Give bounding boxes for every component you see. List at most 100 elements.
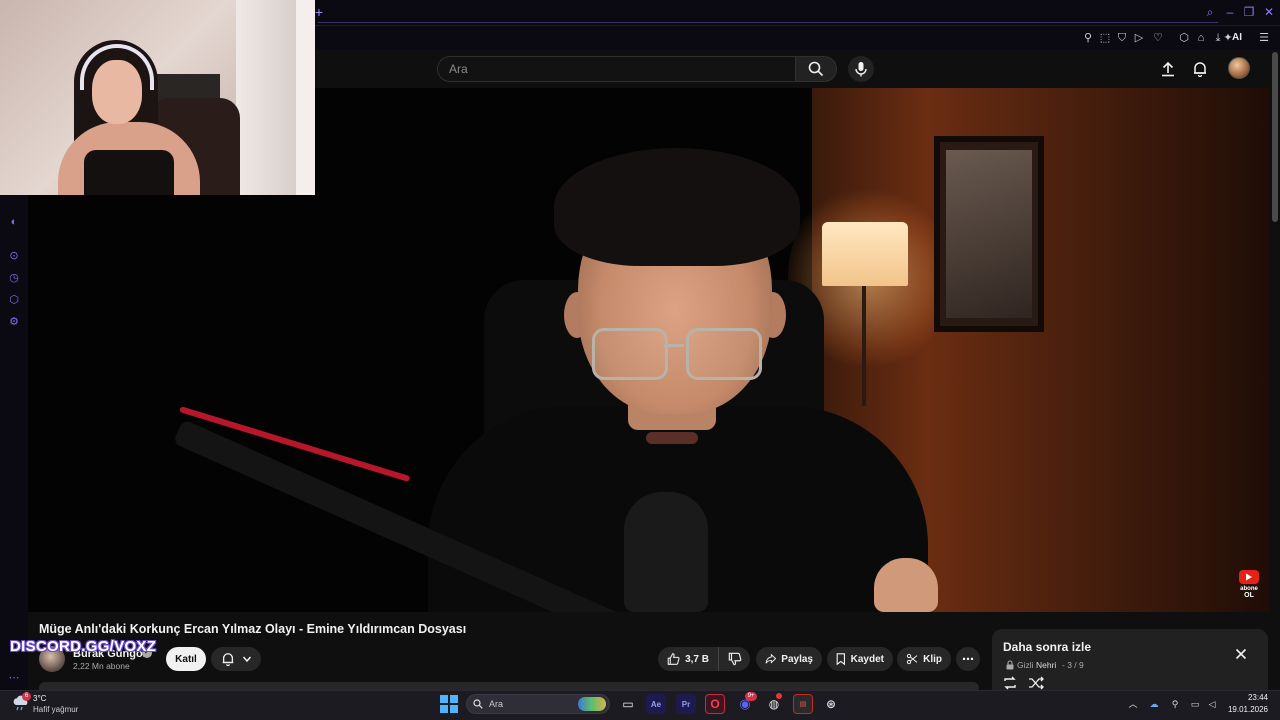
search-icon [808, 61, 824, 77]
onedrive-icon[interactable]: ☁ [1148, 698, 1160, 710]
svg-text:OL: OL [1244, 592, 1254, 598]
presenter-hair [554, 148, 800, 266]
shuffle-icon[interactable] [1028, 676, 1044, 690]
extensions-sidebar-icon[interactable]: ⬡ [6, 292, 22, 308]
upload-icon [1162, 61, 1174, 77]
share-icon [765, 653, 777, 664]
shield-icon[interactable]: ⛉ [1114, 30, 1130, 46]
windows-taskbar [0, 690, 1280, 720]
steam-icon[interactable]: ⊛ [821, 694, 841, 714]
microphone [624, 492, 708, 612]
weather-alert-badge: 6 [22, 692, 31, 701]
video-title: Müge Anlı'daki Korkunç Ercan Yılmaz Olay… [39, 622, 467, 636]
chevron-up-icon[interactable]: ︿ [1127, 698, 1139, 710]
description-box[interactable] [39, 682, 979, 690]
webcam-curtain [236, 0, 296, 195]
account-avatar[interactable] [1228, 57, 1250, 79]
share-label: Paylaş [781, 653, 813, 665]
save-label: Kaydet [850, 653, 884, 665]
weather-condition[interactable]: Hafif yağmur [33, 705, 78, 714]
save-button[interactable]: Kaydet [827, 647, 893, 671]
search-icon [473, 699, 483, 709]
clock-date[interactable]: 19.01.2026 [1218, 705, 1268, 714]
screenshot-icon[interactable]: ⬚ [1097, 30, 1113, 46]
microphone-icon [855, 62, 867, 77]
settings-icon[interactable]: ⚙ [6, 314, 22, 330]
tab-strip-line [318, 22, 1218, 23]
glasses-lens [686, 328, 762, 380]
discord-overlay-text: DISCORD.GG/VOXZ [10, 638, 157, 655]
watch-later-title: Daha sonra izle [1003, 640, 1092, 654]
loop-icon[interactable] [1002, 676, 1018, 690]
upload-button[interactable] [1156, 57, 1180, 81]
minimize-icon[interactable]: – [1222, 5, 1238, 19]
pin-icon[interactable]: ⚲ [1080, 30, 1096, 46]
bell-icon [1194, 62, 1206, 77]
thumbs-up-icon [667, 653, 680, 665]
heart-icon[interactable]: ♡ [1150, 30, 1166, 46]
dislike-button[interactable] [718, 647, 750, 671]
thumbs-down-icon [728, 652, 741, 666]
join-label: Katıl [175, 653, 197, 665]
clock-time[interactable]: 23:44 [1234, 693, 1268, 702]
restore-icon[interactable]: ❐ [1241, 5, 1257, 19]
task-view-icon[interactable]: ▭ [618, 694, 638, 714]
obs-stream-icon[interactable]: ▤ [793, 694, 813, 714]
windows-start-icon[interactable] [440, 695, 458, 713]
extensions-icon[interactable]: ⬡ [1176, 30, 1192, 46]
lamp-shade [822, 222, 908, 286]
streamer-webcam [0, 0, 315, 195]
clip-button[interactable]: Klip [897, 647, 951, 671]
subscription-bell-button[interactable] [211, 647, 261, 671]
notification-dot [776, 693, 782, 699]
search-tabs-icon[interactable]: ⌕ [1202, 5, 1218, 19]
opera-gx-icon[interactable]: O [705, 694, 725, 714]
search-input[interactable] [438, 57, 795, 81]
after-effects-icon[interactable]: Ae [646, 694, 666, 714]
display-icon[interactable]: ▭ [1189, 698, 1201, 710]
webcam-door [296, 0, 315, 195]
more-icon: ⋯ [962, 652, 974, 666]
history-icon[interactable]: ◷ [6, 270, 22, 286]
glasses-bridge [664, 344, 684, 347]
notifications-button[interactable] [1188, 57, 1212, 81]
close-playlist-button[interactable] [1233, 646, 1249, 662]
menu-icon[interactable]: ☰ [1256, 30, 1272, 46]
share-button[interactable]: Paylaş [756, 647, 822, 671]
page-scrollbar[interactable] [1272, 52, 1278, 222]
like-button[interactable]: 3,7 B [658, 647, 718, 671]
ai-button[interactable]: AI [1232, 30, 1242, 46]
more-actions-button[interactable]: ⋯ [956, 647, 980, 671]
playlist-privacy: Gizli [1017, 660, 1034, 670]
bookmark-icon [836, 653, 845, 666]
presenter-mouth [646, 432, 698, 444]
like-count: 3,7 B [685, 653, 709, 665]
more-sidebar-icon[interactable]: ⋯ [6, 670, 22, 686]
join-button[interactable]: Katıl [166, 647, 206, 671]
wallet-icon[interactable]: ⌂ [1193, 30, 1209, 46]
clip-label: Klip [923, 653, 942, 665]
close-window-icon[interactable]: ✕ [1261, 5, 1277, 19]
playlist-owner[interactable]: Nehri [1036, 660, 1056, 670]
player-icon[interactable]: ⊙ [6, 248, 22, 264]
microphone-tray-icon[interactable]: ⚲ [1169, 698, 1181, 710]
bell-icon [222, 653, 233, 666]
close-icon [1235, 648, 1247, 660]
wall-picture [946, 150, 1032, 318]
lamp-pole [862, 286, 866, 406]
taskbar-search-label: Ara [489, 699, 504, 709]
premiere-icon[interactable]: Pr [676, 694, 696, 714]
scissors-icon [906, 653, 918, 665]
volume-icon[interactable]: ◁ [1206, 698, 1218, 710]
glasses-lens [592, 328, 668, 380]
subscriber-count: 2,22 Mn abone [73, 661, 130, 671]
search-button[interactable] [795, 56, 837, 82]
weather-temperature[interactable]: 3°C [33, 694, 46, 703]
voice-search-button[interactable] [848, 56, 874, 82]
chevron-down-icon [242, 656, 251, 663]
discord-notification-badge: 9+ [745, 692, 757, 701]
search-highlight-image [578, 697, 606, 711]
subscribe-watermark-icon[interactable]: abone OL [1234, 570, 1264, 598]
play-icon[interactable]: ▷ [1131, 30, 1147, 46]
discord-icon[interactable]: ◐ [6, 214, 22, 230]
